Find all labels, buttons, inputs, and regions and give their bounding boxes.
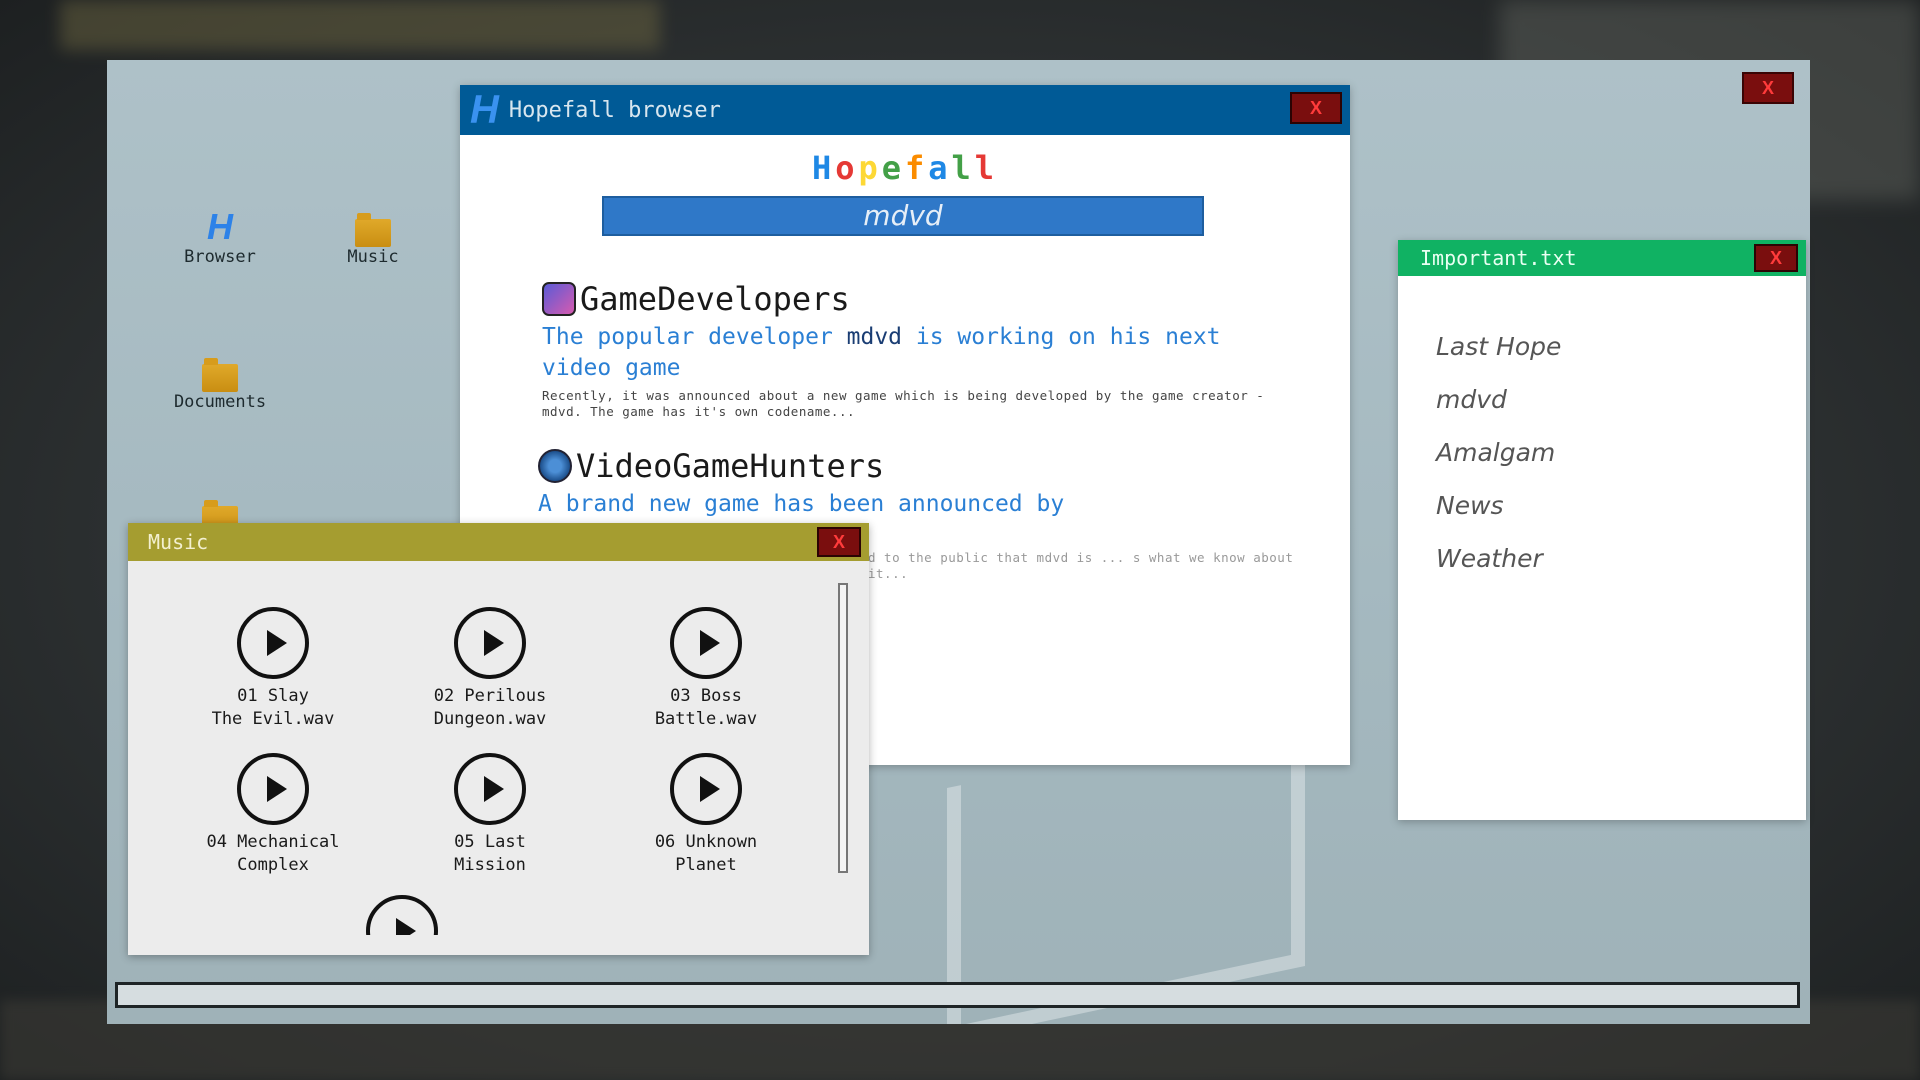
taskbar[interactable] — [115, 982, 1800, 1008]
browser-h-icon: H — [207, 206, 233, 247]
brand-letter: o — [835, 149, 859, 187]
result-site-name: VideoGameHunters — [576, 447, 885, 485]
search-result[interactable]: GameDevelopers The popular developer mdv… — [542, 280, 1302, 420]
brand-letter: H — [811, 149, 836, 187]
desktop-icon-music[interactable]: Music — [308, 195, 438, 267]
note-line: Weather — [1436, 544, 1543, 573]
note-line: Amalgam — [1436, 438, 1556, 467]
desktop-icon-documents[interactable]: Documents — [155, 340, 285, 412]
result-snippet: d to the public that mdvd is ... s what … — [868, 550, 1294, 581]
important-close-button[interactable]: X — [1754, 244, 1798, 272]
result-snippet: Recently, it was announced about a new g… — [542, 388, 1265, 419]
music-title: Music — [148, 530, 209, 554]
desktop-icon-label: Documents — [173, 392, 267, 412]
play-icon[interactable] — [237, 753, 309, 825]
browser-title: Hopefall browser — [508, 97, 721, 123]
brand-letter: l — [951, 149, 975, 187]
gamepad-site-icon — [542, 282, 576, 316]
music-window: Music X 01 Slay The Evil.wav 02 Perilous… — [128, 523, 869, 955]
track-item[interactable]: 06 Unknown Planet — [606, 753, 806, 877]
browser-titlebar[interactable]: H Hopefall browser X — [460, 85, 1350, 135]
important-titlebar[interactable]: Important.txt X — [1398, 240, 1806, 276]
track-item[interactable]: 05 Last Mission — [390, 753, 590, 877]
track-item[interactable]: 01 Slay The Evil.wav — [173, 607, 373, 731]
play-icon[interactable] — [454, 753, 526, 825]
brand-letter: a — [928, 149, 952, 187]
important-txt-window: Important.txt X Last Hope mdvd Amalgam N… — [1398, 240, 1806, 820]
music-scrollbar[interactable] — [838, 583, 848, 873]
folder-icon — [355, 213, 391, 247]
brand-letter: f — [905, 149, 929, 187]
desktop-icon-label: Music — [347, 247, 399, 267]
note-line: Last Hope — [1436, 332, 1562, 361]
brand-letter: p — [858, 149, 882, 187]
folder-icon — [202, 358, 238, 392]
important-title: Important.txt — [1420, 246, 1577, 270]
result-headline[interactable]: The popular developer mdvd is working on… — [542, 322, 1302, 384]
track-item[interactable]: 02 Perilous Dungeon.wav — [390, 607, 590, 731]
desktop-icon-browser[interactable]: H Browser — [155, 195, 285, 268]
result-headline[interactable]: A brand new game has been announced by — [538, 489, 1298, 520]
music-close-button[interactable]: X — [817, 527, 861, 557]
play-icon[interactable] — [366, 895, 438, 935]
note-content: Last Hope mdvd Amalgam News Weather — [1436, 332, 1561, 597]
browser-close-button[interactable]: X — [1290, 92, 1342, 124]
desktop-icon-label: Browser — [184, 247, 256, 267]
track-item-partial[interactable] — [362, 895, 442, 935]
play-icon[interactable] — [670, 607, 742, 679]
background-shape — [60, 0, 660, 50]
note-line: News — [1436, 491, 1504, 520]
track-item[interactable]: 03 Boss Battle.wav — [606, 607, 806, 731]
desktop-close-button[interactable]: X — [1742, 72, 1794, 104]
hopefall-brand-logo: Hopefall — [460, 149, 1350, 187]
play-icon[interactable] — [454, 607, 526, 679]
globe-site-icon — [538, 449, 572, 483]
browser-logo-icon: H — [470, 88, 499, 132]
brand-letter: l — [974, 149, 999, 187]
result-site-name: GameDevelopers — [580, 280, 850, 318]
brand-letter: e — [881, 149, 905, 187]
track-item[interactable]: 04 Mechanical Complex — [173, 753, 373, 877]
music-titlebar[interactable]: Music X — [128, 523, 869, 561]
search-input[interactable]: mdvd — [602, 196, 1204, 236]
play-icon[interactable] — [670, 753, 742, 825]
note-line: mdvd — [1436, 385, 1507, 414]
play-icon[interactable] — [237, 607, 309, 679]
